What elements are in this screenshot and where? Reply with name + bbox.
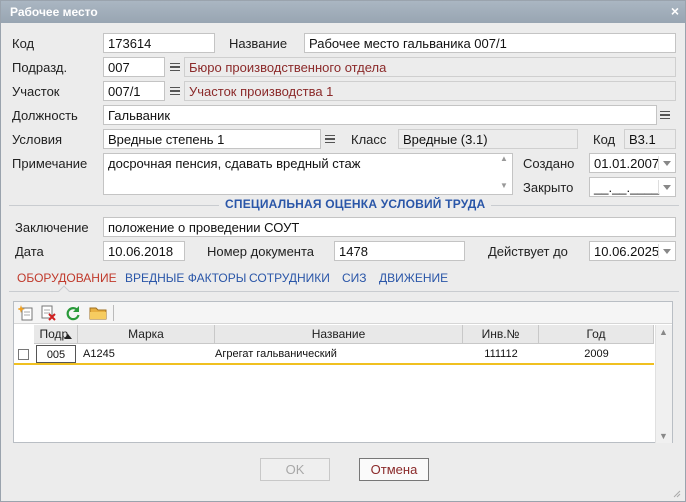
grid-vertical-scrollbar[interactable]: ▲ ▼ <box>655 325 672 443</box>
sozdano-chevron-down-icon[interactable] <box>658 154 674 172</box>
cell-god[interactable]: 2009 <box>539 345 654 363</box>
nomer-input[interactable]: 1478 <box>334 241 465 261</box>
dolzhnost-list-icon[interactable] <box>657 106 673 124</box>
sout-section-title: СПЕЦИАЛЬНАЯ ОЦЕНКА УСЛОВИЙ ТРУДА <box>219 197 492 211</box>
textarea-scroll-down-icon[interactable]: ▼ <box>498 181 510 190</box>
data-date-input[interactable]: 10.06.2018 <box>103 241 185 261</box>
cancel-button[interactable]: Отмена <box>359 458 429 481</box>
add-row-icon[interactable] <box>17 304 36 322</box>
uchastok-list-icon[interactable] <box>167 82 183 100</box>
grid-toolbar <box>14 302 672 324</box>
tab-dvizhenie[interactable]: ДВИЖЕНИЕ <box>379 271 448 285</box>
usloviya-list-icon[interactable] <box>322 130 338 148</box>
kod2-label: Код <box>593 132 616 147</box>
table-row[interactable]: 005 A1245 Агрегат гальванический 111112 … <box>14 345 654 365</box>
kod2-field: В3.1 <box>624 129 676 149</box>
title-bar: Рабочее место × <box>1 1 685 23</box>
usloviya-label: Условия <box>12 132 63 147</box>
active-tab-indicator <box>58 285 70 297</box>
usloviya-input[interactable]: Вредные степень 1 <box>103 129 321 149</box>
equipment-grid: Подр. Марка Название Инв.№ Год 005 A1245… <box>13 301 673 443</box>
cell-marka[interactable]: A1245 <box>83 345 211 363</box>
tab-sotrudniki[interactable]: СОТРУДНИКИ <box>249 271 330 285</box>
column-header-podr[interactable]: Подр. <box>34 325 78 344</box>
sozdano-label: Создано <box>523 156 575 171</box>
dolzhnost-label: Должность <box>12 108 78 123</box>
column-header-nazvanie[interactable]: Название <box>215 325 463 344</box>
deystvuet-chevron-down-icon[interactable] <box>658 242 674 260</box>
tab-vrednye-faktory[interactable]: ВРЕДНЫЕ ФАКТОРЫ <box>125 271 246 285</box>
cell-nazvanie[interactable]: Агрегат гальванический <box>215 345 459 363</box>
tab-divider <box>9 291 679 292</box>
primechanie-textarea[interactable] <box>103 153 513 195</box>
podrazd-list-icon[interactable] <box>167 58 183 76</box>
textarea-scroll-up-icon[interactable]: ▲ <box>498 154 510 163</box>
scroll-down-icon[interactable]: ▼ <box>659 431 668 441</box>
dolzhnost-input[interactable]: Гальваник <box>103 105 657 125</box>
ok-button[interactable]: OK <box>260 458 330 481</box>
sort-up-icon <box>64 334 72 339</box>
uchastok-code-input[interactable]: 007/1 <box>103 81 165 101</box>
toolbar-separator <box>113 305 114 321</box>
window-title: Рабочее место <box>10 5 98 19</box>
zaklyuchenie-label: Заключение <box>15 220 89 235</box>
zakryto-label: Закрыто <box>523 180 574 195</box>
data-label: Дата <box>15 244 44 259</box>
resize-grip-icon[interactable] <box>671 488 681 498</box>
nazvanie-label: Название <box>229 36 288 51</box>
folder-icon[interactable] <box>89 304 107 322</box>
deystvuet-label: Действует до <box>488 244 568 259</box>
klass-field: Вредные (3.1) <box>398 129 578 149</box>
uchastok-label: Участок <box>12 84 60 99</box>
column-header-god[interactable]: Год <box>539 325 654 344</box>
tab-siz[interactable]: СИЗ <box>342 271 367 285</box>
cell-inv[interactable]: 111112 <box>463 345 539 363</box>
dialog-window: Рабочее место × Код 173614 Название Рабо… <box>0 0 686 502</box>
close-icon[interactable]: × <box>671 3 679 19</box>
podrazd-label: Подразд. <box>12 60 68 75</box>
column-header-inv[interactable]: Инв.№ <box>463 325 539 344</box>
nomer-label: Номер документа <box>207 244 315 259</box>
tab-oborudovanie[interactable]: ОБОРУДОВАНИЕ <box>17 271 117 285</box>
podrazd-code-input[interactable]: 007 <box>103 57 165 77</box>
column-header-marka[interactable]: Марка <box>78 325 215 344</box>
kod-input[interactable]: 173614 <box>103 33 215 53</box>
refresh-icon[interactable] <box>64 304 82 322</box>
delete-row-icon[interactable] <box>40 304 58 322</box>
row-checkbox[interactable] <box>18 349 29 360</box>
nazvanie-input[interactable]: Рабочее место гальваника 007/1 <box>304 33 676 53</box>
scroll-up-icon[interactable]: ▲ <box>659 327 668 337</box>
klass-label: Класс <box>351 132 387 147</box>
zaklyuchenie-input[interactable]: положение о проведении СОУТ <box>103 217 676 237</box>
cell-podr[interactable]: 005 <box>36 345 76 363</box>
uchastok-name-field: Участок производства 1 <box>184 81 676 101</box>
zakryto-chevron-down-icon[interactable] <box>658 178 674 196</box>
kod-label: Код <box>12 36 35 51</box>
podrazd-name-field: Бюро производственного отдела <box>184 57 676 77</box>
primechanie-label: Примечание <box>12 156 88 171</box>
